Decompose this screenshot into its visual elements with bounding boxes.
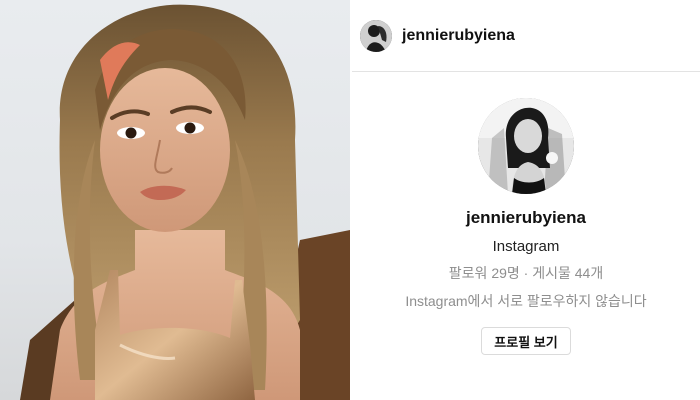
- chat-panel: jennierubyiena jennierubyiena Instagram …: [352, 0, 700, 400]
- profile-card: jennierubyiena Instagram 팔로워 29명 · 게시물 4…: [352, 98, 700, 355]
- chat-header: jennierubyiena: [352, 0, 700, 72]
- profile-avatar[interactable]: [478, 98, 574, 194]
- profile-follow-status: Instagram에서 서로 팔로우하지 않습니다: [405, 293, 647, 309]
- view-profile-button[interactable]: 프로필 보기: [481, 327, 571, 355]
- portrait-illustration: [20, 4, 350, 400]
- header-username[interactable]: jennierubyiena: [402, 27, 515, 45]
- portrait-photo: [0, 0, 350, 400]
- avatar-photo-icon: [360, 19, 392, 52]
- header-avatar[interactable]: [360, 19, 392, 52]
- profile-username: jennierubyiena: [466, 208, 586, 227]
- profile-photo-icon: [478, 98, 574, 194]
- profile-stats: 팔로워 29명 · 게시물 44개: [448, 265, 604, 281]
- profile-platform: Instagram: [492, 238, 560, 255]
